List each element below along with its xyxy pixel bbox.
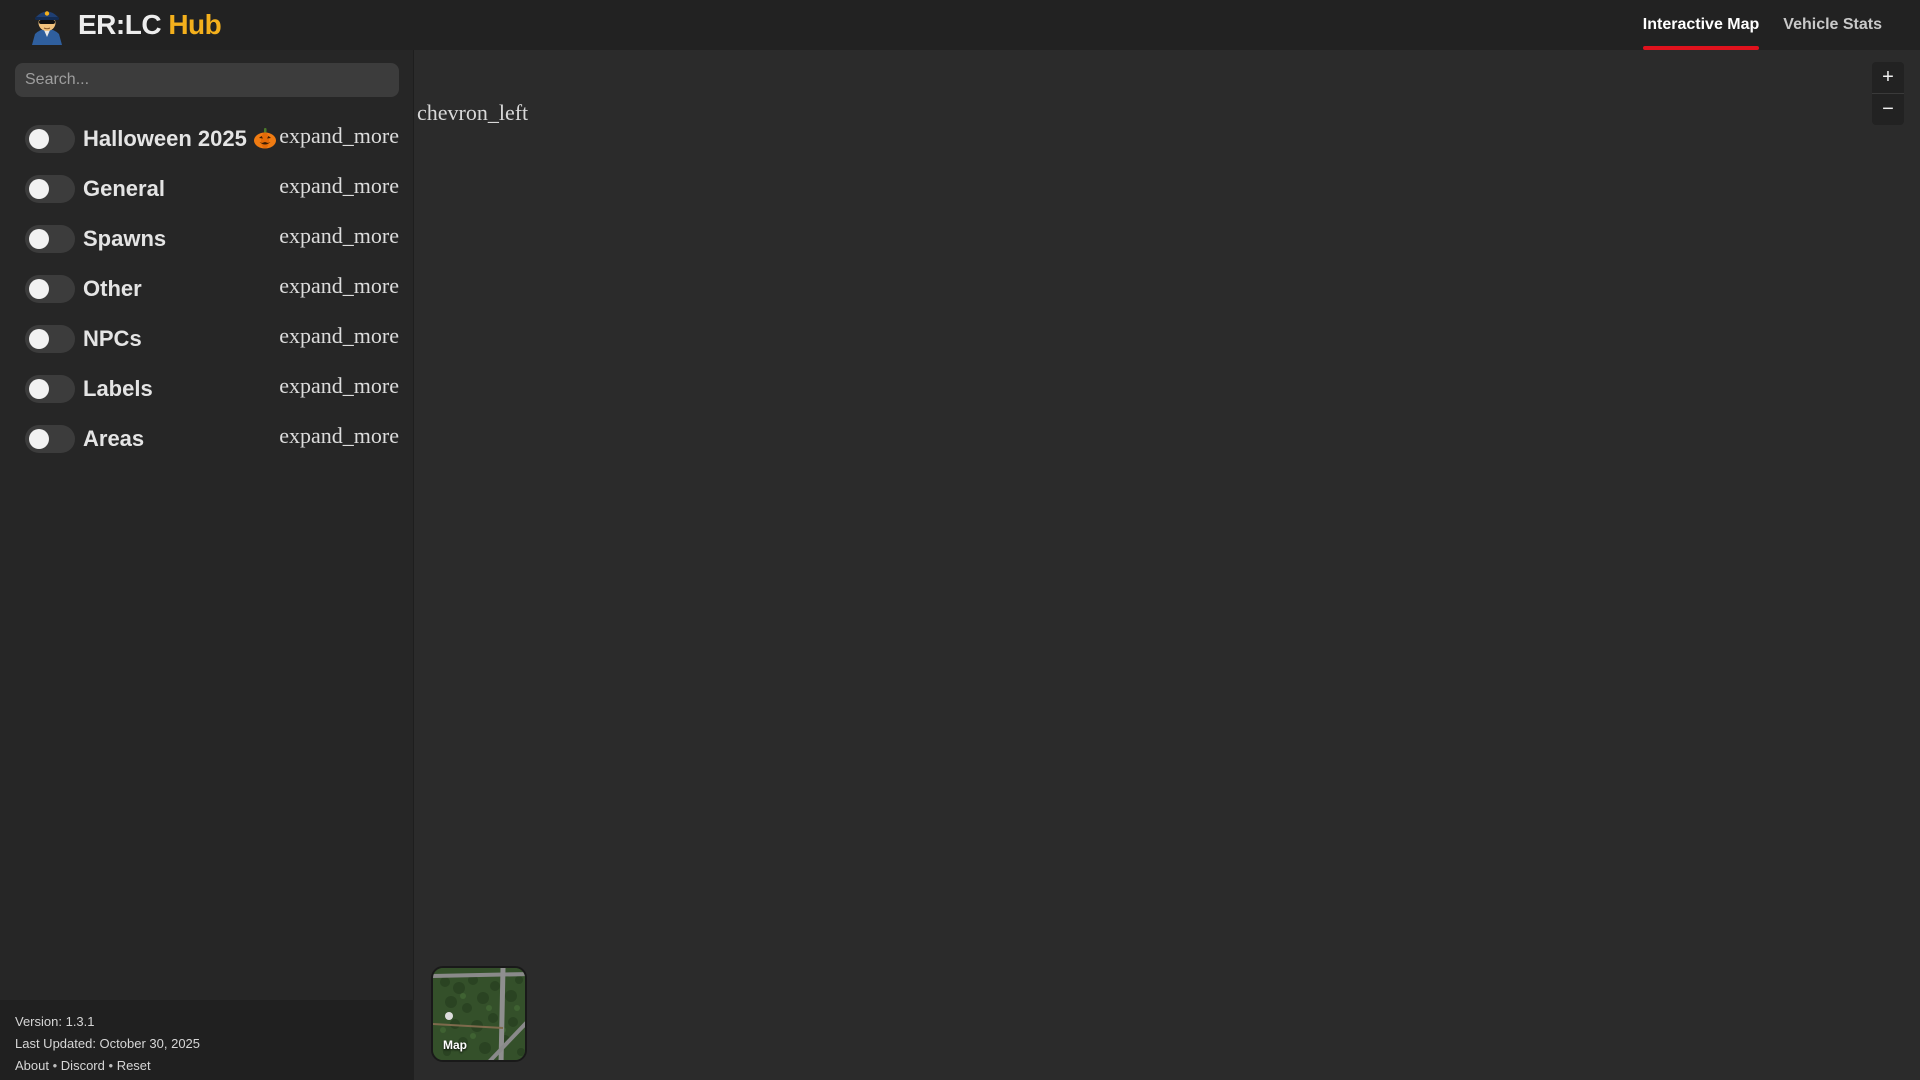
minimap-label: Map [443,1038,467,1052]
police-officer-logo-icon [32,11,62,45]
link-separator: • [108,1058,114,1073]
toggle-knob [29,229,49,249]
sidebar: Halloween 2025 expand_more General expan… [0,50,414,1080]
layer-item-npcs: NPCs expand_more [0,314,414,364]
toggle-knob [29,129,49,149]
footer-links: About • Discord • Reset [15,1055,399,1077]
expand-more-icon[interactable]: expand_more [279,414,399,464]
zoom-in-button[interactable]: + [1872,62,1904,93]
brand-accent: Hub [168,9,222,40]
toggle-knob [29,329,49,349]
layer-toggle-npcs[interactable] [25,325,75,353]
layer-item-spawns: Spawns expand_more [0,214,414,264]
layer-label-text: Halloween 2025 [83,126,247,151]
expand-more-icon[interactable]: expand_more [279,314,399,364]
expand-more-icon[interactable]: expand_more [279,364,399,414]
layer-item-halloween-2025: Halloween 2025 expand_more [0,114,414,164]
zoom-out-button[interactable]: − [1872,94,1904,125]
expand-more-icon[interactable]: expand_more [279,164,399,214]
layer-label: Halloween 2025 [83,114,277,164]
toggle-knob [29,379,49,399]
link-separator: • [52,1058,58,1073]
brand-title: ER:LC Hub [78,9,222,41]
layer-toggle-other[interactable] [25,275,75,303]
sidebar-footer: Version: 1.3.1 Last Updated: October 30,… [0,1000,414,1080]
layer-item-areas: Areas expand_more [0,414,414,464]
layer-label: General [83,176,165,201]
layer-toggle-spawns[interactable] [25,225,75,253]
reset-link[interactable]: Reset [117,1058,151,1073]
layer-toggle-general[interactable] [25,175,75,203]
pumpkin-icon [253,128,276,149]
search-input[interactable] [15,63,399,97]
layer-toggle-areas[interactable] [25,425,75,453]
layer-label: NPCs [83,326,142,351]
layer-label: Spawns [83,226,167,251]
about-link[interactable]: About [15,1058,49,1073]
version-text: Version: 1.3.1 [15,1014,95,1029]
toggle-knob [29,279,49,299]
layer-list: Halloween 2025 expand_more General expan… [0,114,414,464]
chevron-left-icon[interactable]: chevron_left [417,100,528,126]
layer-item-general: General expand_more [0,164,414,214]
toggle-knob [29,179,49,199]
top-bar: ER:LC Hub Interactive Map Vehicle Stats [0,0,1920,50]
layer-label: Areas [83,426,145,451]
zoom-controls: + − [1872,62,1904,125]
tab-interactive-map[interactable]: Interactive Map [1631,0,1771,50]
layer-item-labels: Labels expand_more [0,364,414,414]
layer-item-other: Other expand_more [0,264,414,314]
main-nav: Interactive Map Vehicle Stats [1631,0,1920,50]
expand-more-icon[interactable]: expand_more [279,114,399,164]
layer-label: Other [83,276,142,301]
last-updated-text: Last Updated: October 30, 2025 [15,1036,201,1051]
brand-name: ER:LC [78,9,162,40]
layer-toggle-labels[interactable] [25,375,75,403]
map-layer-switcher[interactable]: Map [431,966,527,1062]
toggle-knob [29,429,49,449]
map-canvas[interactable]: chevron_left + − Map [415,50,1920,1080]
expand-more-icon[interactable]: expand_more [279,264,399,314]
layer-label: Labels [83,376,153,401]
layer-toggle-halloween-2025[interactable] [25,125,75,153]
expand-more-icon[interactable]: expand_more [279,214,399,264]
tab-vehicle-stats[interactable]: Vehicle Stats [1771,0,1894,50]
brand[interactable]: ER:LC Hub [0,0,222,50]
discord-link[interactable]: Discord [61,1058,105,1073]
